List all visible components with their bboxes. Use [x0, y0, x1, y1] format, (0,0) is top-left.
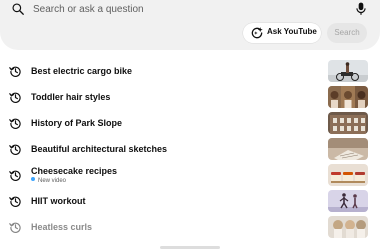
- suggestion-row-park-slope[interactable]: History of Park Slope: [0, 110, 380, 136]
- history-icon: [9, 118, 21, 129]
- suggestion-label: Cheesecake recipes: [31, 166, 118, 176]
- search-panel: Ask YouTube Search: [0, 0, 380, 50]
- new-video-label: New video: [38, 178, 67, 184]
- suggestion-label: Toddler hair styles: [31, 92, 111, 102]
- ask-youtube-button[interactable]: Ask YouTube: [243, 23, 321, 43]
- video-thumbnail: [328, 138, 368, 160]
- history-icon: [9, 92, 21, 103]
- suggestion-row-hiit-workout[interactable]: HIIT workout: [0, 188, 380, 214]
- history-icon: [9, 144, 21, 155]
- video-thumbnail: [328, 216, 368, 238]
- suggestion-row-architectural-sketches[interactable]: Beautiful architectural sketches: [0, 136, 380, 162]
- suggestion-label: Heatless curls: [31, 222, 93, 232]
- video-thumbnail: [328, 164, 368, 186]
- history-icon: [9, 222, 21, 233]
- suggestion-row-toddler-hair[interactable]: Toddler hair styles: [0, 84, 380, 110]
- microphone-icon[interactable]: [355, 2, 367, 16]
- suggestion-row-electric-cargo-bike[interactable]: Best electric cargo bike: [0, 58, 380, 84]
- new-indicator-dot: [31, 177, 35, 182]
- suggestion-row-cheesecake[interactable]: Cheesecake recipes New video: [0, 162, 380, 188]
- suggestion-label: HIIT workout: [31, 196, 86, 206]
- search-input[interactable]: [33, 1, 333, 17]
- history-icon: [9, 66, 21, 77]
- video-thumbnail: [328, 190, 368, 212]
- new-video-badge: New video: [31, 177, 67, 184]
- video-thumbnail: [328, 60, 368, 82]
- ask-youtube-label: Ask YouTube: [267, 27, 317, 36]
- search-icon: [12, 3, 24, 15]
- suggestion-label: Best electric cargo bike: [31, 66, 133, 76]
- history-icon: [9, 196, 21, 207]
- video-thumbnail: [328, 86, 368, 108]
- video-thumbnail: [328, 112, 368, 134]
- suggestion-label: Beautiful architectural sketches: [31, 144, 168, 154]
- search-button[interactable]: Search: [327, 23, 367, 43]
- suggestion-label: History of Park Slope: [31, 118, 123, 128]
- ai-sparkle-icon: [251, 27, 263, 39]
- scroll-indicator: [160, 246, 220, 249]
- suggestion-row-heatless-curls[interactable]: Heatless curls: [0, 214, 380, 240]
- history-icon: [9, 170, 21, 181]
